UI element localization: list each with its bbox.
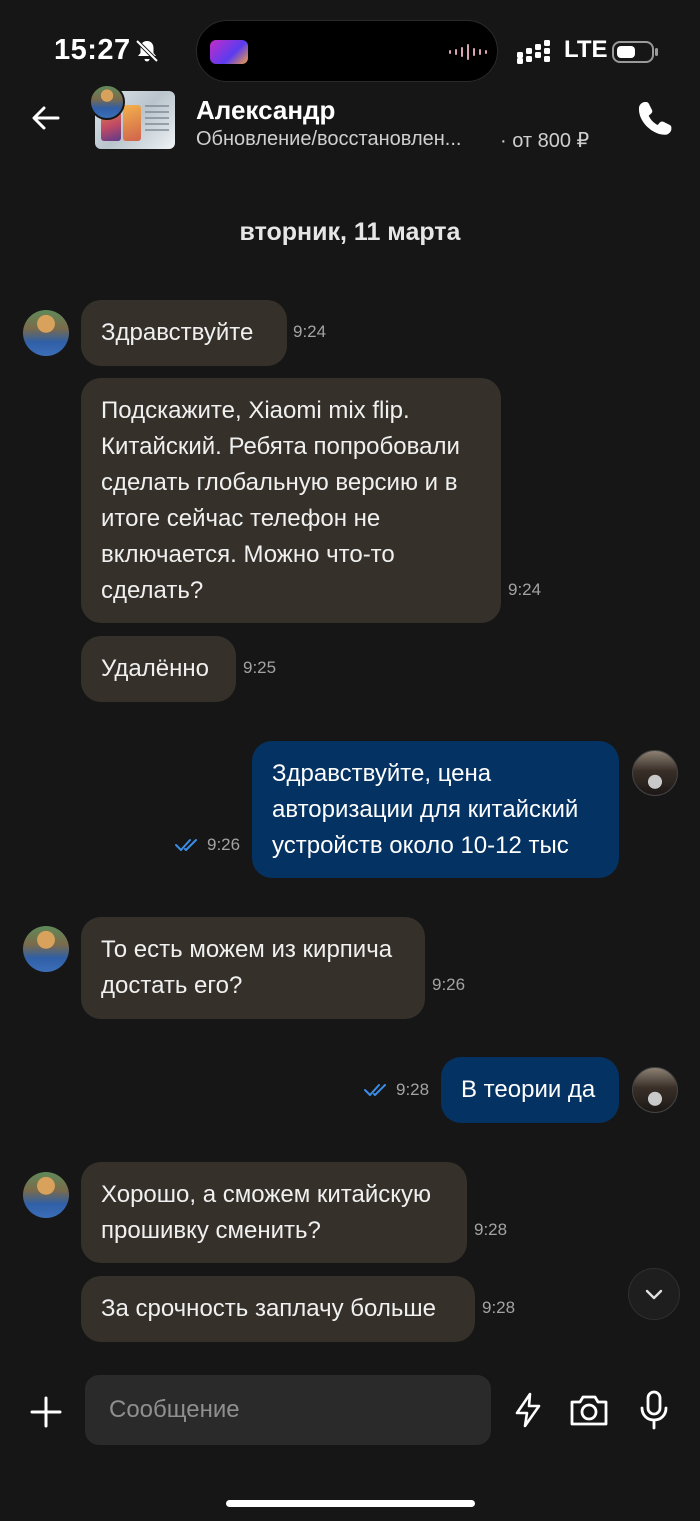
chevron-down-icon	[645, 1289, 663, 1300]
camera-icon[interactable]	[568, 1392, 610, 1428]
bell-muted-icon	[135, 39, 159, 63]
my-avatar	[632, 750, 678, 796]
back-arrow-icon[interactable]	[28, 100, 64, 136]
microphone-icon[interactable]	[638, 1390, 670, 1430]
sender-avatar[interactable]	[23, 926, 69, 972]
message-time: 9:25	[243, 658, 277, 677]
home-indicator[interactable]	[226, 1500, 475, 1507]
message-bubble-incoming[interactable]: За срочность заплачу больше	[81, 1276, 475, 1342]
message-time: 9:26	[207, 835, 241, 854]
status-time: 15:27	[54, 34, 131, 66]
message-text: За срочность заплачу больше	[101, 1295, 436, 1322]
battery-icon	[612, 41, 658, 63]
message-text: Здравствуйте, цена авторизации для китай…	[272, 760, 579, 859]
phone-call-icon[interactable]	[636, 98, 672, 138]
message-text: Подскажите, Xiaomi mix flip. Китайский. …	[101, 397, 460, 604]
message-bubble-incoming[interactable]: Подскажите, Xiaomi mix flip. Китайский. …	[81, 378, 501, 623]
now-playing-thumbnail	[210, 40, 248, 64]
message-bubble-incoming[interactable]: Хорошо, а сможем китайскую прошивку смен…	[81, 1162, 467, 1263]
listing-price: · от 800 ₽	[500, 130, 590, 152]
message-bubble-incoming[interactable]: Удалённо	[81, 636, 236, 702]
lightning-icon[interactable]	[513, 1392, 543, 1428]
message-bubble-incoming[interactable]: Здравствуйте	[81, 300, 287, 366]
message-time: 9:28	[396, 1080, 430, 1099]
message-time: 9:28	[482, 1298, 516, 1317]
read-ticks-icon	[364, 1084, 386, 1096]
message-time: 9:24	[508, 580, 542, 599]
message-time: 9:24	[293, 322, 327, 341]
scroll-to-bottom-button[interactable]	[628, 1268, 680, 1320]
sender-avatar[interactable]	[23, 310, 69, 356]
message-bubble-outgoing[interactable]: В теории да	[441, 1057, 619, 1123]
audio-wave-icon	[449, 44, 487, 60]
listing-title[interactable]: Обновление/восстановлен...	[196, 128, 496, 151]
message-bubble-outgoing[interactable]: Здравствуйте, цена авторизации для китай…	[252, 741, 619, 878]
message-text: Здравствуйте	[101, 319, 254, 346]
cellular-signal-icon	[517, 40, 550, 64]
message-bubble-incoming[interactable]: То есть можем из кирпича достать его?	[81, 917, 425, 1019]
contact-name[interactable]: Александр	[196, 95, 335, 126]
sender-avatar[interactable]	[23, 1172, 69, 1218]
my-avatar	[632, 1067, 678, 1113]
message-text: Удалённо	[101, 655, 209, 682]
read-ticks-icon	[175, 839, 197, 851]
message-input[interactable]	[85, 1375, 491, 1445]
plus-icon[interactable]	[30, 1396, 62, 1428]
message-text: Хорошо, а сможем китайскую прошивку смен…	[101, 1181, 432, 1244]
message-text: То есть можем из кирпича достать его?	[101, 936, 393, 999]
network-type: LTE	[564, 36, 608, 63]
message-time: 9:26	[432, 975, 466, 994]
contact-avatar[interactable]	[89, 84, 125, 120]
message-text: В теории да	[461, 1076, 596, 1103]
date-separator: вторник, 11 марта	[239, 218, 461, 246]
message-time: 9:28	[474, 1220, 508, 1239]
